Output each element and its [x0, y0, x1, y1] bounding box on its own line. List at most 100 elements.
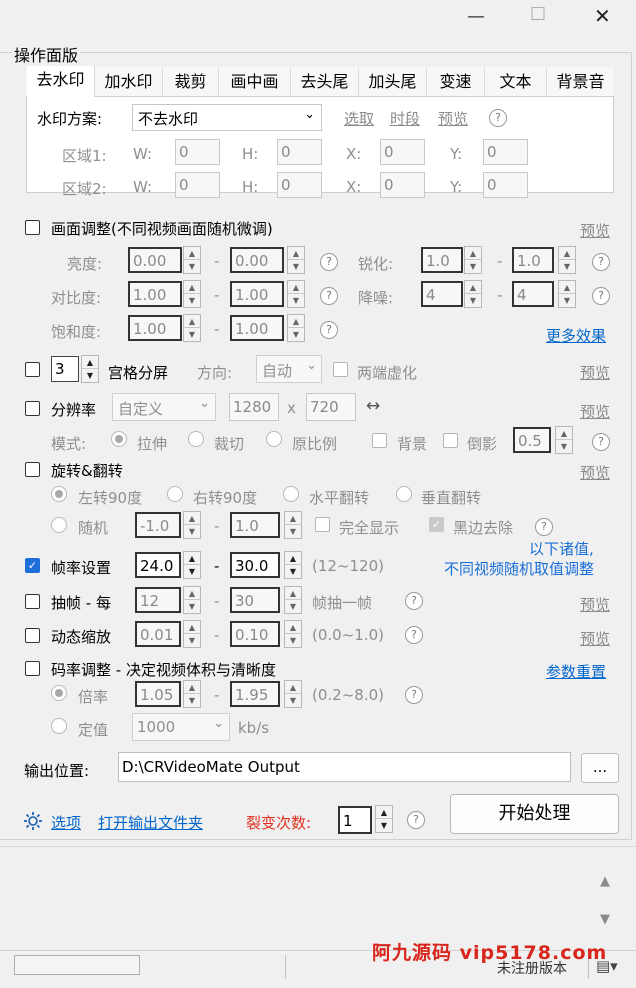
sharpen-max[interactable]: 1.0 — [512, 247, 554, 273]
tab-speed[interactable]: 变速 — [427, 68, 485, 96]
drop-min[interactable]: 12 — [135, 587, 181, 613]
region1-w-input[interactable]: 0 — [175, 139, 220, 165]
denoise-max-spin[interactable]: ▲ ▼ — [558, 280, 576, 308]
help-icon[interactable]: ? — [405, 626, 423, 644]
full-display-checkbox[interactable] — [315, 517, 330, 532]
random-min[interactable]: -1.0 — [135, 512, 181, 538]
contrast-max[interactable]: 1.00 — [230, 281, 284, 307]
drop-max[interactable]: 30 — [230, 587, 280, 613]
tab-add-watermark[interactable]: 加水印 — [95, 68, 163, 96]
menu-icon[interactable]: ▤▾ — [596, 957, 618, 975]
split-count-spin[interactable]: ▲ ▼ — [375, 805, 393, 833]
gear-icon[interactable] — [22, 810, 44, 832]
browse-button[interactable]: ... — [581, 753, 619, 783]
framerate-max-spin[interactable]: ▲ ▼ — [284, 551, 302, 579]
denoise-max[interactable]: 4 — [512, 281, 554, 307]
region2-h-input[interactable]: 0 — [277, 172, 322, 198]
tab-bgm[interactable]: 背景音 — [547, 68, 614, 96]
right90-radio[interactable] — [167, 486, 183, 502]
saturation-min[interactable]: 1.00 — [128, 315, 182, 341]
grid-checkbox[interactable] — [25, 362, 40, 377]
brightness-max[interactable]: 0.00 — [230, 247, 284, 273]
denoise-min[interactable]: 4 — [421, 281, 463, 307]
zoom-max-spin[interactable]: ▲ ▼ — [284, 620, 302, 648]
drop-preview-link[interactable]: 预览 — [580, 594, 610, 615]
saturation-min-spin[interactable]: ▲ ▼ — [183, 314, 201, 342]
zoom-min[interactable]: 0.01 — [135, 621, 181, 647]
framerate-checkbox[interactable]: ✓ — [25, 558, 40, 573]
rotate-preview-link[interactable]: 预览 — [580, 462, 610, 483]
zoom-preview-link[interactable]: 预览 — [580, 628, 610, 649]
stretch-radio[interactable] — [111, 431, 127, 447]
tab-add-head-tail[interactable]: 加头尾 — [359, 68, 427, 96]
hflip-radio[interactable] — [283, 486, 299, 502]
help-icon[interactable]: ? — [489, 109, 507, 127]
picture-preview-link[interactable]: 预览 — [580, 220, 610, 241]
direction-select[interactable]: 自动 ⌄ — [256, 355, 322, 383]
saturation-max-spin[interactable]: ▲ ▼ — [287, 314, 305, 342]
multiplier-max-spin[interactable]: ▲ ▼ — [284, 680, 302, 708]
close-button[interactable]: ✕ — [594, 4, 611, 28]
split-count-input[interactable]: 1 — [338, 806, 372, 834]
framerate-min-spin[interactable]: ▲ ▼ — [183, 551, 201, 579]
region1-y-input[interactable]: 0 — [483, 139, 528, 165]
tab-text[interactable]: 文本 — [485, 68, 547, 96]
contrast-max-spin[interactable]: ▲ ▼ — [287, 280, 305, 308]
help-icon[interactable]: ? — [320, 287, 338, 305]
brightness-max-spin[interactable]: ▲ ▼ — [287, 246, 305, 274]
region2-x-input[interactable]: 0 — [380, 172, 425, 198]
picture-adjust-checkbox[interactable] — [25, 220, 40, 235]
blur-checkbox[interactable] — [333, 362, 348, 377]
vflip-radio[interactable] — [396, 486, 412, 502]
rotate-checkbox[interactable] — [25, 462, 40, 477]
help-icon[interactable]: ? — [592, 287, 610, 305]
region1-x-input[interactable]: 0 — [380, 139, 425, 165]
reflection-checkbox[interactable] — [443, 433, 458, 448]
tab-pip[interactable]: 画中画 — [219, 68, 291, 96]
sharpen-max-spin[interactable]: ▲ ▼ — [558, 246, 576, 274]
grid-count-input[interactable]: 3 — [51, 356, 79, 382]
maximize-button[interactable]: ☐ — [530, 4, 546, 25]
multiplier-max[interactable]: 1.95 — [230, 681, 280, 707]
scheme-select[interactable]: 不去水印 ⌄ — [132, 104, 322, 131]
bitrate-checkbox[interactable] — [25, 661, 40, 676]
tab-remove-watermark[interactable]: 去水印 — [27, 66, 95, 97]
brightness-min[interactable]: 0.00 — [128, 247, 182, 273]
saturation-max[interactable]: 1.00 — [230, 315, 284, 341]
resolution-checkbox[interactable] — [25, 401, 40, 416]
grid-count-spin[interactable]: ▲ ▼ — [81, 355, 99, 383]
period-link[interactable]: 时段 — [390, 108, 420, 129]
framerate-min[interactable]: 24.0 — [135, 552, 181, 578]
minimize-button[interactable]: — — [467, 6, 485, 27]
tab-trim-head-tail[interactable]: 去头尾 — [291, 68, 359, 96]
drop-min-spin[interactable]: ▲ ▼ — [183, 586, 201, 614]
reset-params-link[interactable]: 参数重置 — [546, 661, 606, 682]
scroll-up-icon[interactable]: ▲ — [600, 874, 610, 889]
region2-y-input[interactable]: 0 — [483, 172, 528, 198]
random-min-spin[interactable]: ▲ ▼ — [183, 511, 201, 539]
help-icon[interactable]: ? — [405, 686, 423, 704]
preview-link[interactable]: 预览 — [438, 108, 468, 129]
resolution-select[interactable]: 自定义 ⌄ — [112, 393, 216, 421]
reflection-input[interactable]: 0.5 — [513, 427, 551, 453]
random-max[interactable]: 1.0 — [230, 512, 280, 538]
black-edge-checkbox[interactable]: ✓ — [429, 517, 444, 532]
multiplier-radio[interactable] — [51, 685, 67, 701]
zoom-min-spin[interactable]: ▲ ▼ — [183, 620, 201, 648]
multiplier-min[interactable]: 1.05 — [135, 681, 181, 707]
random-max-spin[interactable]: ▲ ▼ — [284, 511, 302, 539]
width-input[interactable]: 1280 — [229, 393, 279, 421]
denoise-min-spin[interactable]: ▲ ▼ — [464, 280, 482, 308]
start-button[interactable]: 开始处理 — [450, 794, 619, 834]
help-icon[interactable]: ? — [320, 253, 338, 271]
options-link[interactable]: 选项 — [51, 812, 81, 833]
open-output-folder-link[interactable]: 打开输出文件夹 — [98, 812, 203, 833]
resolution-preview-link[interactable]: 预览 — [580, 401, 610, 422]
pick-link[interactable]: 选取 — [344, 108, 374, 129]
help-icon[interactable]: ? — [405, 592, 423, 610]
zoom-checkbox[interactable] — [25, 628, 40, 643]
contrast-min-spin[interactable]: ▲ ▼ — [183, 280, 201, 308]
framerate-max[interactable]: 30.0 — [230, 552, 280, 578]
sharpen-min[interactable]: 1.0 — [421, 247, 463, 273]
help-icon[interactable]: ? — [535, 518, 553, 536]
